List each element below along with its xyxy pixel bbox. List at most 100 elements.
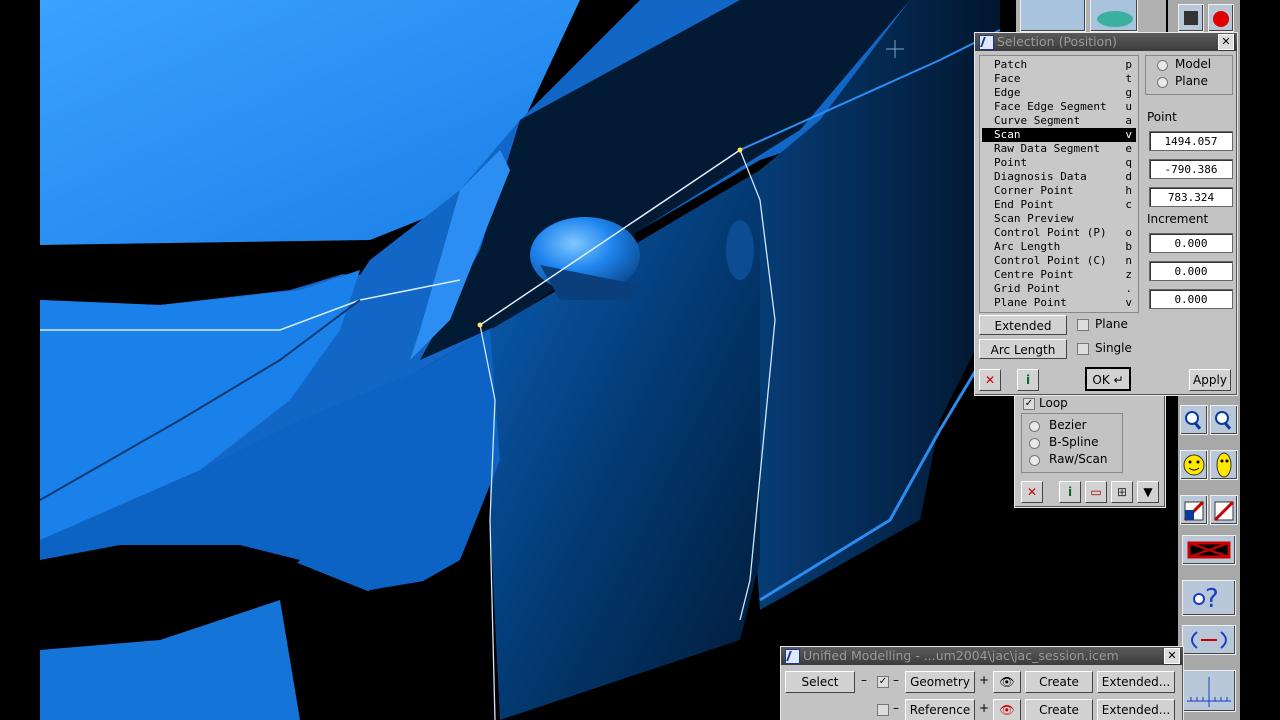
list-item-label: Face Edge Segment [994,100,1107,113]
point-z-field[interactable]: 783.324 [1149,187,1233,207]
list-item-shortcut: u [1125,100,1132,113]
reference-plus: + [979,701,990,715]
section-icon[interactable] [1180,495,1208,525]
list-item[interactable]: Plane Point v [994,296,1136,310]
geometry-button[interactable]: Geometry [905,671,975,693]
list-item-label: Grid Point [994,282,1061,295]
fit-view-icon[interactable] [1182,535,1236,565]
help-icon[interactable]: ? [1182,580,1236,616]
list-item-shortcut: z [1125,268,1132,281]
geometry-dash: – [893,673,899,687]
plane-checkbox[interactable] [1077,319,1089,331]
list-item[interactable]: Curve Segment a [994,114,1136,128]
dark-cube-icon[interactable] [1178,4,1204,32]
single-checkbox[interactable] [1077,343,1089,355]
top-toolbar [1016,0,1166,34]
list-item[interactable]: End Point c [994,198,1136,212]
surface-tool-icon[interactable] [1090,0,1138,32]
list-item[interactable]: Arc Length b [994,240,1136,254]
point-y-field[interactable]: -790.386 [1149,159,1233,179]
unified-modelling-window: Unified Modelling - ...um2004\jac\jac_se… [780,646,1184,720]
arc-arrows-icon[interactable] [1182,625,1236,655]
reference-checkbox[interactable] [877,704,889,716]
list-item[interactable]: Control Point (P) o [994,226,1136,240]
bezier-radio[interactable] [1029,421,1040,432]
list-item[interactable]: Raw Data Segment e [994,142,1136,156]
curve-info-icon[interactable]: i [1059,481,1081,503]
red-ball-icon[interactable] [1208,4,1234,32]
increment-3-field[interactable]: 0.000 [1149,289,1233,309]
curve-expand-icon[interactable]: ▼ [1137,481,1159,503]
um-titlebar[interactable]: Unified Modelling - ...um2004\jac\jac_se… [781,647,1183,665]
list-item[interactable]: Face Edge Segment u [994,100,1136,114]
list-item[interactable]: Grid Point. [994,282,1136,296]
entity-type-list[interactable]: Patch p Face t Edge g Face Edge Segment u Curve … [979,55,1139,313]
rawscan-label: Raw/Scan [1049,452,1108,466]
zoom-in-icon[interactable] [1210,405,1238,435]
list-item[interactable]: Scan Preview [994,212,1136,226]
geometry-checkbox[interactable]: ✓ [877,676,889,688]
reference-create-button[interactable]: Create [1025,699,1093,720]
apply-button[interactable]: Apply [1189,369,1231,391]
list-item-label: Control Point (C) [994,254,1107,267]
um-title: Unified Modelling - ...um2004\jac\jac_se… [803,648,1119,663]
info-icon[interactable]: i [1017,369,1039,391]
point-x-field[interactable]: 1494.057 [1149,131,1233,151]
curve-cancel-icon[interactable]: ✕ [1021,481,1043,503]
list-item-shortcut: . [1125,282,1132,295]
list-item[interactable]: Scan v [982,128,1136,142]
reference-eye-icon[interactable]: 👁 [993,699,1021,720]
loop-label: Loop [1039,396,1068,410]
extended-button[interactable]: Extended [979,315,1067,335]
list-item[interactable]: Control Point (C) n [994,254,1136,268]
curve-type-panel: ✓ Loop Bezier B-Spline Raw/Scan ✕ i ▭ ⊞ … [1014,392,1166,508]
curve-tool-icon[interactable] [1020,0,1086,32]
cancel-icon[interactable]: ✕ [979,369,1001,391]
select-button[interactable]: Select [785,671,855,693]
dialog-title: Selection (Position) [997,34,1118,49]
curve-layers-icon[interactable]: ⊞ [1111,481,1133,503]
section-red-icon[interactable] [1210,495,1238,525]
list-item-shortcut: a [1125,114,1132,127]
increment-2-field[interactable]: 0.000 [1149,261,1233,281]
smiley-icon[interactable] [1180,450,1208,480]
grid-ruler-icon[interactable] [1182,670,1236,712]
increment-label: Increment [1147,212,1209,226]
rawscan-radio[interactable] [1029,455,1040,466]
list-item[interactable]: Point q [994,156,1136,170]
arc-length-button[interactable]: Arc Length [979,339,1067,359]
list-item-shortcut: e [1125,142,1132,155]
list-item-shortcut: p [1125,58,1132,71]
plane-radio[interactable] [1157,77,1168,88]
list-item-label: Arc Length [994,240,1061,253]
zoom-out-icon[interactable] [1180,405,1208,435]
increment-1-field[interactable]: 0.000 [1149,233,1233,253]
curve-image-icon[interactable]: ▭ [1085,481,1107,503]
list-item[interactable]: Centre Point z [994,268,1136,282]
ok-button[interactable]: OK ↵ [1085,367,1131,391]
list-item-shortcut: q [1125,156,1132,169]
loop-checkbox[interactable]: ✓ [1023,398,1035,410]
list-item[interactable]: Patch p [994,58,1136,72]
plane-mode-label: Plane [1175,74,1208,88]
list-item[interactable]: Corner Point h [994,184,1136,198]
reference-button[interactable]: Reference [905,699,975,720]
geometry-create-button[interactable]: Create [1025,671,1093,693]
list-item[interactable]: Face t [994,72,1136,86]
um-close-icon[interactable]: ✕ [1164,648,1180,664]
dialog-titlebar[interactable]: Selection (Position) ✕ [975,33,1237,51]
geometry-eye-icon[interactable]: 👁 [993,671,1021,693]
bspline-label: B-Spline [1049,435,1099,449]
bspline-radio[interactable] [1029,438,1040,449]
close-icon[interactable]: ✕ [1218,34,1234,50]
list-item-shortcut: h [1125,184,1132,197]
reference-extended-button[interactable]: Extended... [1097,699,1175,720]
list-item[interactable]: Edge g [994,86,1136,100]
list-item[interactable]: Diagnosis Data d [994,170,1136,184]
model-radio[interactable] [1157,60,1168,71]
list-item-shortcut: o [1125,226,1132,239]
list-item-label: Scan Preview [994,212,1074,225]
geometry-extended-button[interactable]: Extended... [1097,671,1175,693]
smiley-tall-icon[interactable] [1210,450,1238,480]
list-item-label: Corner Point [994,184,1074,197]
